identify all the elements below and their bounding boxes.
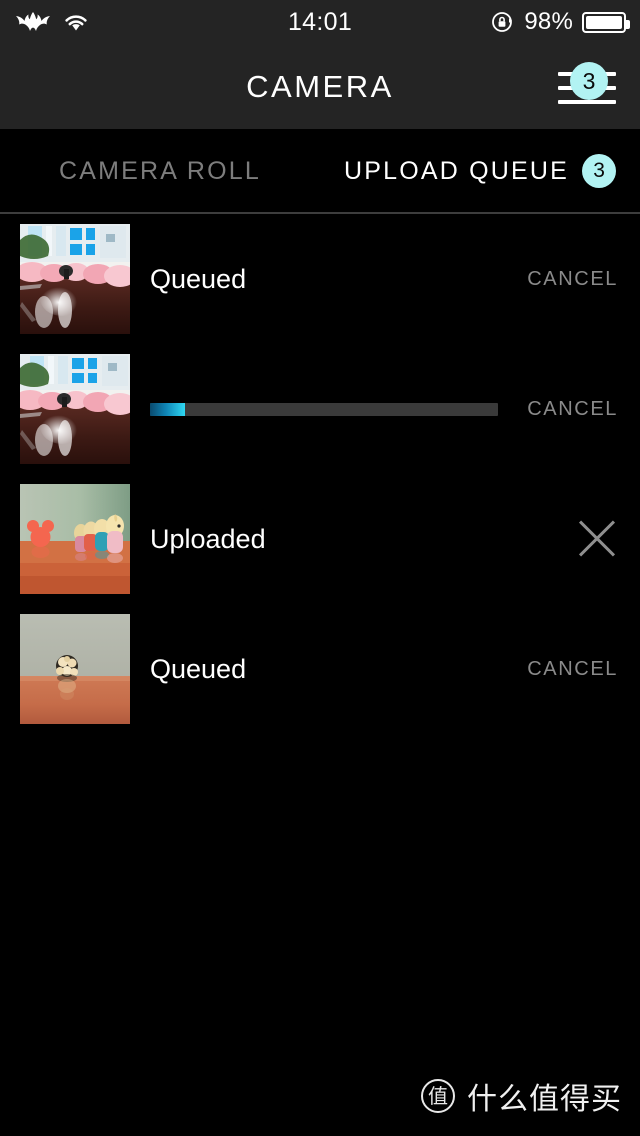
- rotation-lock-icon: [492, 12, 513, 32]
- thumbnail-toy-figurines[interactable]: [20, 484, 130, 594]
- table-row[interactable]: Queued CANCEL: [0, 604, 640, 734]
- upload-progress: [150, 344, 498, 474]
- progress-track: [150, 402, 498, 416]
- table-row[interactable]: Uploaded: [0, 474, 640, 604]
- watermark: 值 什么值得买: [421, 1074, 622, 1118]
- cancel-button[interactable]: CANCEL: [527, 604, 618, 734]
- row-status-label: Uploaded: [150, 523, 266, 554]
- hamburger-menu-icon[interactable]: 3: [558, 62, 618, 110]
- tab-bar: CAMERA ROLL UPLOAD QUEUE 3: [0, 129, 640, 213]
- cancel-button[interactable]: CANCEL: [527, 344, 618, 474]
- upload-queue-badge: 3: [582, 154, 617, 188]
- thumbnail-flowers-table[interactable]: [20, 354, 130, 464]
- thumbnail-flowers-table[interactable]: [20, 224, 130, 334]
- page-title: CAMERA: [246, 68, 394, 104]
- app-screen: 14:01 98% CAMERA 3 CAMERA ROLL UPLOAD QU…: [0, 0, 640, 1136]
- tab-camera-roll[interactable]: CAMERA ROLL: [0, 129, 320, 213]
- status-bar-clock: 14:01: [287, 7, 353, 36]
- menu-badge: 3: [570, 62, 608, 100]
- watermark-text: 什么值得买: [467, 1082, 622, 1117]
- nav-bar: CAMERA 3: [0, 44, 640, 129]
- tab-upload-queue[interactable]: UPLOAD QUEUE 3: [320, 129, 640, 213]
- tab-camera-roll-label: CAMERA ROLL: [58, 156, 262, 185]
- battery-icon: [582, 11, 630, 33]
- cancel-button[interactable]: CANCEL: [527, 214, 618, 344]
- status-bar: 14:01 98%: [0, 0, 640, 44]
- row-status-label: Queued: [150, 263, 247, 294]
- thumbnail-gold-toy[interactable]: [20, 614, 130, 724]
- upload-queue-list: Queued CANCEL CANCEL Uploaded Queued CAN…: [0, 214, 640, 734]
- watermark-logo-icon: 值: [421, 1079, 455, 1113]
- tab-upload-queue-label: UPLOAD QUEUE: [343, 156, 570, 185]
- table-row[interactable]: Queued CANCEL: [0, 214, 640, 344]
- row-status-label: Queued: [150, 653, 247, 684]
- battery-percent-label: 98%: [524, 8, 573, 35]
- status-bar-right: 98%: [491, 0, 630, 44]
- progress-fill: [150, 402, 185, 416]
- close-icon[interactable]: [574, 516, 620, 562]
- hamburger-bar: [558, 100, 616, 104]
- table-row[interactable]: CANCEL: [0, 344, 640, 474]
